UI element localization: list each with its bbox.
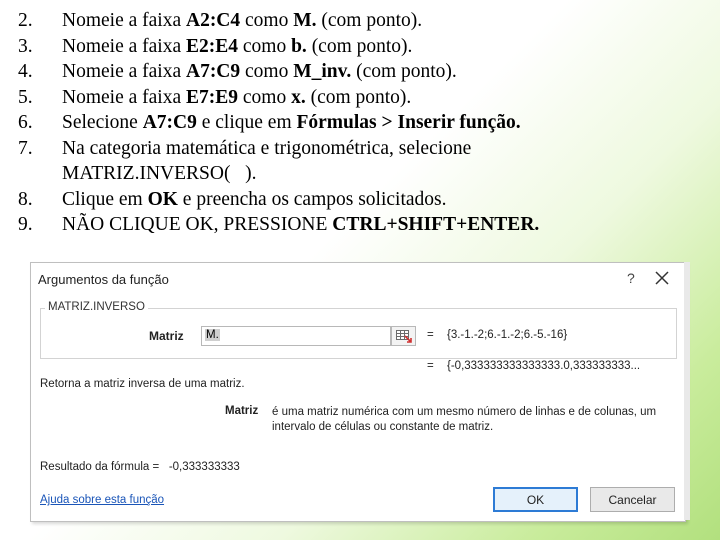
instruction-text: Clique em OK e preencha os campos solici…: [62, 187, 447, 213]
instruction-item: 7. Na categoria matemática e trigonométri…: [18, 136, 539, 187]
instruction-text: Nomeie a faixa A7:C9 como M_inv. (com po…: [62, 59, 457, 85]
instruction-fragment: Clique em: [62, 188, 148, 210]
instruction-number: 3.: [18, 35, 33, 57]
instruction-text: Na categoria matemática e trigonométrica…: [62, 136, 471, 187]
instruction-emphasis: A7:C9: [185, 61, 241, 82]
instruction-fragment: (com ponto).: [351, 61, 457, 82]
instruction-number: 8.: [18, 188, 33, 210]
instruction-item: 8. Clique em OK e preencha os campos soli…: [18, 187, 539, 213]
instruction-item: 4. Nomeie a faixa A7:C9 como M_inv. (com …: [18, 59, 539, 85]
instruction-emphasis: E7:E9: [185, 86, 238, 108]
argument-value: {3.-1.-2;6.-1.-2;6.-5.-16}: [447, 329, 568, 341]
formula-result-value: -0,333333333: [168, 461, 240, 473]
instruction-text: Nomeie a faixa A2:C4 como M. (com ponto)…: [62, 8, 422, 34]
equals-sign: =: [427, 329, 434, 341]
instruction-fragment: Nomeie a faixa: [62, 10, 186, 31]
instruction-emphasis: A2:C4: [185, 10, 241, 31]
help-link[interactable]: Ajuda sobre esta função: [40, 494, 164, 506]
instruction-emphasis: A7:C9: [142, 112, 197, 133]
function-description: Retorna a matriz inversa de uma matriz.: [40, 378, 245, 390]
cancel-button[interactable]: Cancelar: [590, 487, 675, 512]
instruction-emphasis: x.: [291, 86, 306, 108]
instruction-item: 6. Selecione A7:C9 e clique em Fórmulas >…: [18, 110, 539, 136]
instruction-emphasis: E2:E4: [185, 35, 238, 57]
help-button[interactable]: ?: [627, 270, 635, 286]
instruction-emphasis: OK: [147, 188, 178, 210]
formula-result-label: Resultado da fórmula =: [40, 461, 160, 473]
instruction-fragment: (com ponto).: [306, 35, 413, 57]
range-select-icon: [395, 329, 412, 343]
instruction-fragment: Nomeie a faixa: [62, 61, 186, 82]
instruction-fragment: como: [240, 10, 294, 31]
close-button[interactable]: [647, 265, 677, 291]
instruction-item: 2. Nomeie a faixa A2:C4 como M. (com pont…: [18, 8, 539, 34]
instruction-list: 2. Nomeie a faixa A2:C4 como M. (com pont…: [18, 8, 539, 238]
result-preview: {-0,333333333333333.0,333333333...: [447, 360, 641, 372]
instruction-item: 5. Nomeie a faixa E7:E9 como x. (com pont…: [18, 85, 539, 111]
instruction-fragment: como: [238, 86, 292, 108]
close-icon: [655, 271, 669, 285]
instruction-emphasis: CTRL+SHIFT+ENTER.: [332, 214, 540, 235]
background-scrollbar: [684, 262, 690, 520]
instruction-fragment: Nomeie a faixa: [62, 35, 186, 57]
instruction-fragment: Nomeie a faixa: [62, 86, 186, 108]
instruction-fragment: e clique em: [196, 112, 297, 133]
instruction-text: Nomeie a faixa E7:E9 como x. (com ponto)…: [62, 85, 411, 111]
instruction-number: 4.: [18, 61, 33, 82]
function-arguments-dialog: Argumentos da função ? MATRIZ.INVERSO Ma…: [30, 262, 686, 522]
instruction-fragment: e preencha os campos solicitados.: [177, 188, 447, 210]
instruction-fragment: (com ponto).: [316, 10, 423, 31]
dialog-title: Argumentos da função: [38, 272, 169, 287]
formula-result: Resultado da fórmula = -0,333333333: [40, 461, 240, 473]
instruction-emphasis: b.: [291, 35, 307, 57]
instruction-item: 9. NÃO CLIQUE OK, PRESSIONE CTRL+SHIFT+EN…: [18, 212, 539, 238]
argument-description: é uma matriz numérica com um mesmo númer…: [272, 406, 657, 433]
matrix-input[interactable]: M.: [201, 326, 391, 346]
instruction-fragment: como: [240, 61, 294, 82]
instruction-number: 6.: [18, 112, 33, 133]
instruction-fragment: NÃO CLIQUE OK, PRESSIONE: [62, 214, 333, 235]
instruction-fragment: Selecione: [62, 112, 143, 133]
instruction-emphasis: M_inv.: [293, 61, 352, 82]
instruction-text: NÃO CLIQUE OK, PRESSIONE CTRL+SHIFT+ENTE…: [62, 212, 539, 238]
instruction-number: 9.: [18, 214, 33, 235]
instruction-text: Nomeie a faixa E2:E4 como b. (com ponto)…: [62, 34, 412, 60]
instruction-fragment: Na categoria matemática e trigonométrica…: [62, 137, 472, 185]
matrix-input-value: M.: [205, 329, 220, 341]
instruction-item: 3. Nomeie a faixa E2:E4 como b. (com pont…: [18, 34, 539, 60]
range-select-button[interactable]: [391, 326, 416, 346]
instruction-fragment: (com ponto).: [305, 86, 412, 108]
instruction-number: 7.: [18, 137, 33, 159]
ok-button[interactable]: OK: [493, 487, 578, 512]
matrix-arg-label: Matriz: [149, 329, 184, 343]
argument-name: Matriz: [225, 405, 259, 417]
instruction-emphasis: Fórmulas > Inserir função.: [296, 112, 521, 133]
equals-sign: =: [427, 360, 434, 372]
instruction-emphasis: M.: [293, 10, 317, 31]
function-name: MATRIZ.INVERSO: [45, 301, 148, 313]
instruction-number: 5.: [18, 86, 33, 108]
instruction-text: Selecione A7:C9 e clique em Fórmulas > I…: [62, 110, 521, 136]
instruction-fragment: como: [238, 35, 292, 57]
instruction-number: 2.: [18, 10, 33, 31]
